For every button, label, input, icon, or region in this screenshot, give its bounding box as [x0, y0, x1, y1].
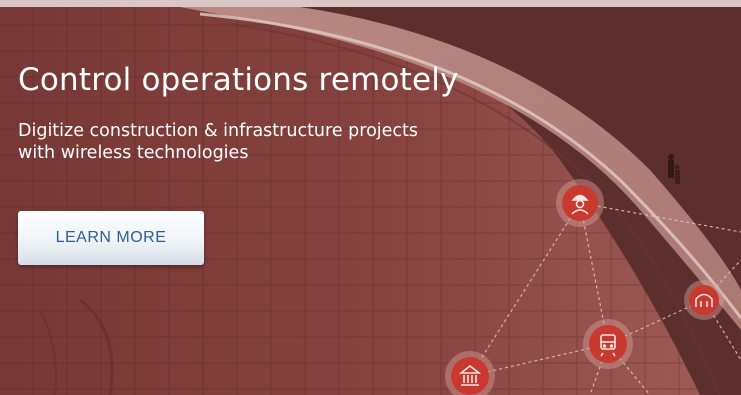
dam-background-image — [0, 0, 741, 395]
hero-subtitle-line2: with wireless technologies — [18, 143, 249, 163]
hero-subtitle-line1: Digitize construction & infrastructure p… — [18, 121, 419, 141]
learn-more-button[interactable]: LEARN MORE — [18, 211, 204, 265]
hero-banner: Control operations remotely Digitize con… — [0, 0, 741, 395]
hero-subtitle: Digitize construction & infrastructure p… — [18, 120, 538, 164]
hero-headline: Control operations remotely — [18, 62, 459, 98]
